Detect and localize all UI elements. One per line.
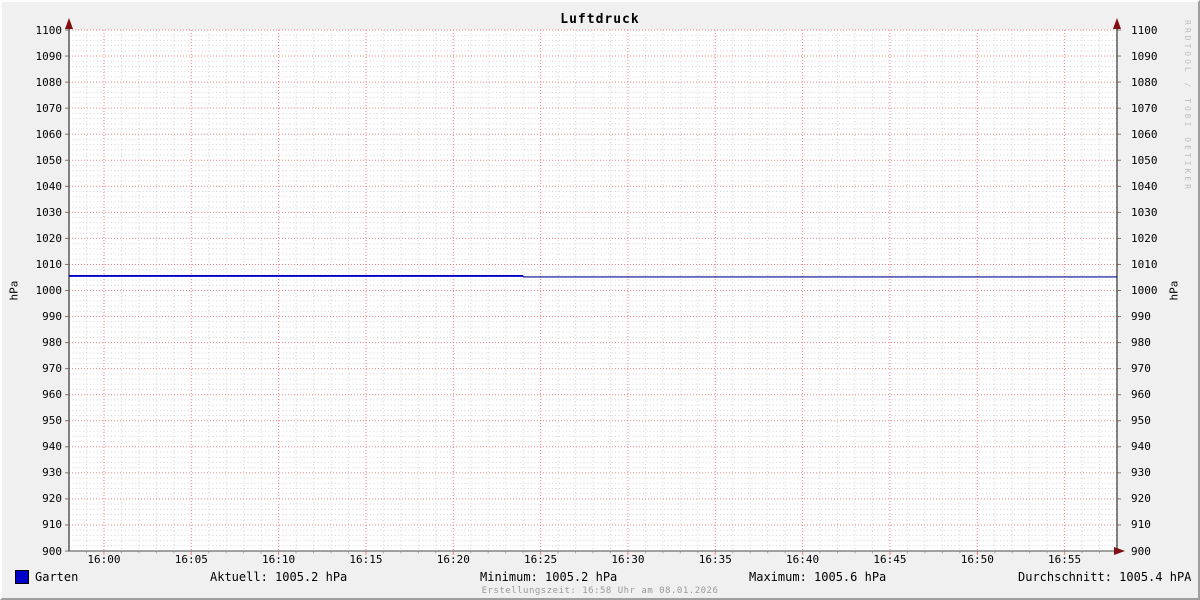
y-tick-label-right-990: 990 — [1131, 310, 1151, 324]
x-tick-label-16:10: 16:10 — [262, 553, 296, 566]
x-tick-label-16:35: 16:35 — [698, 553, 732, 566]
y-tick-label-left-1000: 1000 — [35, 284, 63, 297]
stat-durchschnitt: Durchschnitt: 1005.4 hPA — [1018, 570, 1192, 584]
y-tick-label-left-910: 910 — [42, 518, 62, 532]
y-tick-label-right-930: 930 — [1131, 466, 1151, 480]
y-tick-label-right-900: 900 — [1131, 544, 1151, 558]
stat-minimum: Minimum: 1005.2 hPa — [480, 570, 618, 584]
y-tick-label-left-930: 930 — [42, 466, 62, 480]
x-tick-label-16:20: 16:20 — [436, 553, 470, 566]
y-tick-label-right-1020: 1020 — [1131, 231, 1158, 245]
y-tick-label-left-900: 900 — [42, 544, 62, 558]
y-tick-label-left-1040: 1040 — [35, 179, 63, 193]
y-tick-label-left-940: 940 — [42, 440, 62, 454]
y-tick-label-right-980: 980 — [1131, 336, 1151, 350]
y-tick-label-left-1010: 1010 — [35, 257, 63, 271]
y-tick-label-right-1070: 1070 — [1131, 101, 1158, 115]
rrdtool-graph: Luftdruck RRDTOOL / TOBI OETIKER hPa hPa… — [0, 0, 1200, 600]
x-tick-label-16:15: 16:15 — [349, 553, 383, 566]
y-tick-label-right-1080: 1080 — [1131, 75, 1158, 89]
x-tick-label-16:30: 16:30 — [611, 553, 645, 566]
x-tick-label-16:50: 16:50 — [960, 553, 994, 566]
x-tick-label-16:55: 16:55 — [1048, 553, 1082, 566]
x-tick-label-16:05: 16:05 — [174, 553, 208, 566]
y-tick-label-left-1070: 1070 — [35, 101, 63, 115]
y-tick-label-left-970: 970 — [42, 362, 62, 376]
y-tick-label-left-1020: 1020 — [35, 231, 63, 245]
x-tick-label-16:45: 16:45 — [873, 553, 907, 566]
y-tick-label-left-960: 960 — [42, 388, 62, 402]
y-tick-label-right-910: 910 — [1131, 518, 1151, 532]
y-tick-label-left-1060: 1060 — [35, 127, 63, 141]
x-tick-label-16:40: 16:40 — [786, 553, 820, 566]
y-tick-label-right-1060: 1060 — [1131, 127, 1158, 141]
y-tick-label-left-920: 920 — [42, 492, 62, 506]
y-tick-label-left-1080: 1080 — [35, 75, 63, 89]
creation-time: Erstellungszeit: 16:58 Uhr am 08.01.2026 — [481, 586, 719, 596]
y-tick-label-right-1030: 1030 — [1131, 205, 1158, 219]
y-tick-label-right-1100: 1100 — [1131, 23, 1158, 37]
y-tick-label-right-1010: 1010 — [1131, 257, 1158, 271]
y-tick-label-right-940: 940 — [1131, 440, 1151, 454]
legend-series-label: Garten — [35, 570, 79, 584]
y-tick-label-left-1030: 1030 — [35, 205, 63, 219]
y-tick-label-right-1050: 1050 — [1131, 153, 1158, 167]
y-tick-label-left-980: 980 — [42, 336, 62, 350]
y-tick-label-right-970: 970 — [1131, 362, 1151, 376]
y-tick-label-left-1090: 1090 — [35, 49, 63, 63]
y-tick-label-right-1000: 1000 — [1131, 284, 1158, 297]
y-tick-label-right-1040: 1040 — [1131, 179, 1158, 193]
stat-maximum: Maximum: 1005.6 hPa — [749, 570, 887, 584]
y-tick-label-left-1100: 1100 — [35, 23, 63, 37]
x-tick-label-16:25: 16:25 — [524, 553, 558, 566]
y-tick-label-right-1090: 1090 — [1131, 49, 1158, 63]
legend-swatch-garten — [15, 570, 29, 584]
y-tick-label-left-990: 990 — [42, 310, 62, 324]
y-tick-label-right-920: 920 — [1131, 492, 1151, 506]
x-tick-label-16:00: 16:00 — [87, 553, 121, 566]
plot-area — [65, 18, 1125, 555]
stat-aktuell: Aktuell: 1005.2 hPa — [210, 570, 348, 584]
y-tick-label-left-950: 950 — [42, 414, 62, 428]
y-tick-label-left-1050: 1050 — [35, 153, 63, 167]
y-tick-label-right-950: 950 — [1131, 414, 1151, 428]
y-tick-label-right-960: 960 — [1131, 388, 1151, 402]
